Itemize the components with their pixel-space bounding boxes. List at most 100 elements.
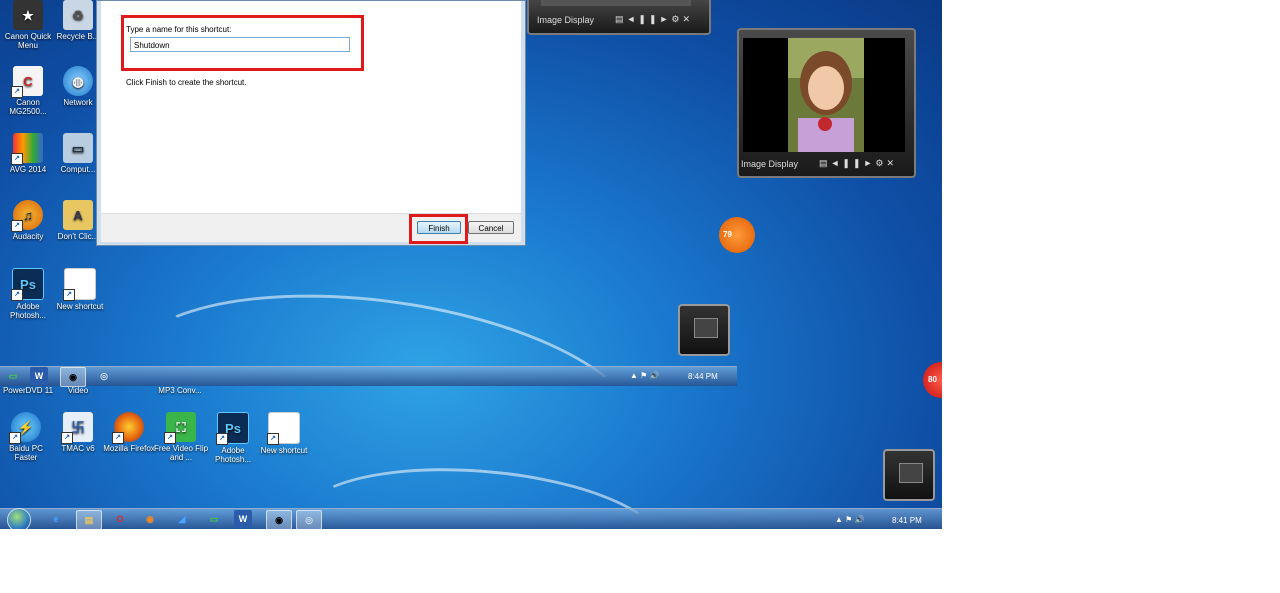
app-icon[interactable]: ▭ xyxy=(202,510,226,528)
inner-taskbar: ▭ W ◉ ◎ ▲ ⚑ 🔊 8:44 PM xyxy=(0,366,737,387)
desktop-icon-photoshop[interactable]: Ps ↗ Adobe Photosh... xyxy=(205,412,261,464)
desktop-icon-photoshop[interactable]: Ps ↗ Adobe Photosh... xyxy=(0,268,56,320)
desktop-icon-tmac[interactable]: 卐 ↗ TMAC v6 xyxy=(50,412,106,453)
gadget-controls[interactable]: ▤◄❚❚►⚙✕ xyxy=(819,158,897,169)
red-badge[interactable]: 80 xyxy=(923,362,942,398)
word-icon[interactable]: W xyxy=(30,367,48,385)
shortcut-arrow-icon: ↗ xyxy=(11,153,23,165)
taskbar-app-icon[interactable]: ◎ xyxy=(92,367,116,385)
photoshop-icon: Ps ↗ xyxy=(11,268,44,301)
icon-label: Free Video Flip and ... xyxy=(153,444,209,462)
desktop: ★ Canon Quick Menu ♻ Recycle B... C ↗ Can… xyxy=(0,0,942,529)
desktop-icon-new-shortcut[interactable]: ↗ New shortcut xyxy=(52,268,108,311)
gadget-photo xyxy=(541,0,691,6)
desktop-icon-audacity[interactable]: ♫ ↗ Audacity xyxy=(0,200,56,241)
icon-label: AVG 2014 xyxy=(9,165,47,174)
icon-label: MP3 Conv... xyxy=(158,386,202,395)
video-flip-icon: ⛶ ↗ xyxy=(164,412,196,444)
icon-label: Mozilla Firefox xyxy=(103,444,155,453)
network-icon: ◍ xyxy=(63,66,93,96)
highlight-name-box xyxy=(121,15,364,71)
chrome-icon[interactable]: ◉ xyxy=(60,367,86,387)
desktop-icon-new-shortcut[interactable]: ↗ New shortcut xyxy=(256,412,312,455)
audacity-icon: ♫ ↗ xyxy=(11,200,43,232)
desktop-icon-firefox[interactable]: ↗ Mozilla Firefox xyxy=(101,412,157,453)
orange-badge[interactable]: 79 xyxy=(719,217,755,253)
desktop-icon-free-video-flip[interactable]: ⛶ ↗ Free Video Flip and ... xyxy=(153,412,209,462)
baidu-icon: ⚡ ↗ xyxy=(9,412,41,444)
recycle-bin-icon: ♻ xyxy=(63,0,93,30)
shortcut-arrow-icon: ↗ xyxy=(11,86,23,98)
icon-label: Baidu PC Faster xyxy=(9,444,43,462)
calendar-icon xyxy=(899,463,923,483)
icon-label: Video xyxy=(67,386,89,395)
explorer-icon[interactable]: ▤ xyxy=(76,510,102,529)
shortcut-arrow-icon: ↗ xyxy=(9,432,21,444)
chrome-icon[interactable]: ◉ xyxy=(266,510,292,529)
calendar-widget[interactable] xyxy=(678,304,730,356)
ie-icon[interactable]: e xyxy=(44,510,68,528)
desktop-icon-canon-quick-menu[interactable]: ★ Canon Quick Menu xyxy=(0,0,56,50)
shortcut-icon: ↗ xyxy=(63,268,96,301)
shortcut-arrow-icon: ↗ xyxy=(63,289,75,301)
canon-icon: ★ xyxy=(13,0,43,30)
gadget-title: Image Display xyxy=(537,15,595,25)
shortcut-arrow-icon: ↗ xyxy=(267,433,279,445)
desktop-icon-video[interactable]: Video xyxy=(50,386,106,395)
shortcut-arrow-icon: ↗ xyxy=(11,289,23,301)
girl-photo xyxy=(788,38,864,152)
cancel-button[interactable]: Cancel xyxy=(468,221,514,234)
tray-icons[interactable]: ▲ ⚑ 🔊 xyxy=(835,515,865,524)
inner-clock[interactable]: 8:44 PM xyxy=(688,372,718,381)
icon-label: Canon MG2500... xyxy=(9,98,47,116)
shortcut-arrow-icon: ↗ xyxy=(164,432,176,444)
icon-label: TMAC v6 xyxy=(61,444,95,453)
create-shortcut-dialog: Type a name for this shortcut: Shutdown … xyxy=(96,0,526,246)
start-button[interactable] xyxy=(7,508,31,529)
canon-icon: C ↗ xyxy=(11,66,43,98)
desktop-icon-baidu[interactable]: ⚡ ↗ Baidu PC Faster xyxy=(0,412,54,462)
shortcut-arrow-icon: ↗ xyxy=(11,220,23,232)
app-icon[interactable]: ◢ xyxy=(170,510,194,528)
folder-icon: A xyxy=(63,200,93,230)
icon-label: New shortcut xyxy=(260,446,308,455)
dialog-footer: Finish Cancel xyxy=(101,213,521,244)
icon-label: PowerDVD 11 xyxy=(2,386,54,395)
calendar-widget[interactable] xyxy=(883,449,935,501)
icon-label: New shortcut xyxy=(56,302,104,311)
desktop-icon-canon-mg2500[interactable]: C ↗ Canon MG2500... xyxy=(0,66,56,116)
computer-icon: ▭ xyxy=(63,133,93,163)
shortcut-arrow-icon: ↗ xyxy=(216,433,228,445)
gadget-photo-frame xyxy=(743,38,905,152)
image-display-gadget-small[interactable]: Image Display ▤◄❚❚►⚙✕ xyxy=(527,0,711,35)
shortcut-arrow-icon: ↗ xyxy=(61,432,73,444)
tmac-icon: 卐 ↗ xyxy=(61,412,93,444)
opera-icon[interactable]: O xyxy=(108,510,132,528)
taskbar: e ▤ O ◉ ◢ ▭ W ◉ ◎ ▲ ⚑ 🔊 8:41 PM xyxy=(0,508,942,529)
firefox-icon[interactable]: ◉ xyxy=(138,510,162,528)
app-icon[interactable]: ◎ xyxy=(296,510,322,529)
calendar-icon xyxy=(694,318,718,338)
icon-label: Canon Quick Menu xyxy=(4,32,52,50)
photoshop-icon: Ps ↗ xyxy=(216,412,249,445)
shortcut-arrow-icon: ↗ xyxy=(112,432,124,444)
gadget-title: Image Display xyxy=(741,159,799,169)
firefox-icon: ↗ xyxy=(112,412,144,444)
shortcut-icon: ↗ xyxy=(267,412,300,445)
icon-label: Adobe Photosh... xyxy=(214,446,252,464)
finish-instruction: Click Finish to create the shortcut. xyxy=(126,78,247,87)
desktop-icon-avg[interactable]: ↗ AVG 2014 xyxy=(0,133,56,174)
highlight-finish-button xyxy=(409,214,468,244)
icon-label: Adobe Photosh... xyxy=(9,302,47,320)
word-icon[interactable]: W xyxy=(234,510,252,528)
desktop-icon-powerdvd[interactable]: PowerDVD 11 xyxy=(0,386,56,395)
dialog-content: Type a name for this shortcut: Shutdown … xyxy=(101,1,521,213)
image-display-gadget[interactable]: Image Display ▤◄❚❚►⚙✕ xyxy=(737,28,916,178)
tray-icons[interactable]: ▲ ⚑ 🔊 xyxy=(630,371,660,380)
gadget-controls[interactable]: ▤◄❚❚►⚙✕ xyxy=(615,14,693,25)
clock[interactable]: 8:41 PM xyxy=(892,516,922,525)
desktop-icon-mp3-converter[interactable]: MP3 Conv... xyxy=(152,386,208,395)
icon-label: Audacity xyxy=(12,232,44,241)
taskbar-app-icon[interactable]: ▭ xyxy=(1,367,25,385)
avg-icon: ↗ xyxy=(11,133,43,165)
